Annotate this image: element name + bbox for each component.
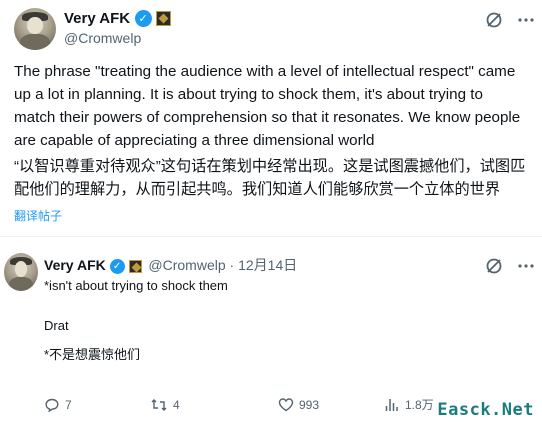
reply-icon <box>45 398 59 412</box>
repost-count: 4 <box>173 397 180 412</box>
author-name[interactable]: Very AFK <box>64 10 130 27</box>
tweet-text: The phrase "treating the audience with a… <box>14 63 521 149</box>
author-header: Very AFK ✓ <box>64 10 172 28</box>
affiliate-badge-icon[interactable] <box>128 259 142 273</box>
reply-author-handle[interactable]: @Cromwelp <box>148 257 225 273</box>
divider <box>0 236 542 237</box>
reply-avatar[interactable] <box>4 253 38 291</box>
reply-text-line1: *isn't about trying to shock them <box>44 278 228 293</box>
translate-post-link[interactable]: 翻译帖子 <box>14 207 62 224</box>
avatar[interactable] <box>14 8 56 50</box>
repost-action[interactable]: 4 <box>150 397 278 413</box>
reply-author-name[interactable]: Very AFK <box>44 257 106 273</box>
author-handle[interactable]: @Cromwelp <box>64 30 141 46</box>
reply-text-line3: *不是想震惊他们 <box>44 347 141 362</box>
grok-icon[interactable] <box>482 254 506 278</box>
action-bar: 7 4 993 1.8万 <box>44 396 484 413</box>
separator-dot: · <box>229 257 235 273</box>
like-count: 993 <box>299 397 320 412</box>
watermark: Easck.Net <box>437 400 534 420</box>
reply-count: 7 <box>65 397 72 412</box>
more-options-icon[interactable] <box>514 254 538 278</box>
view-count: 1.8万 <box>405 398 434 412</box>
heart-icon <box>278 398 294 412</box>
analytics-icon <box>385 399 398 411</box>
verified-icon: ✓ <box>134 10 152 28</box>
tweet-translated-text: “以智识尊重对待观众”这句话在策划中经常出现。这是试图震撼他们，试图匹配他们的理… <box>14 158 526 198</box>
grok-icon[interactable] <box>482 8 506 32</box>
reply-header: Very AFK ✓ @Cromwelp · 12月14日 <box>44 255 297 275</box>
reply-date[interactable]: 12月14日 <box>238 257 297 273</box>
affiliate-badge-icon[interactable] <box>156 11 172 27</box>
more-options-icon[interactable] <box>514 8 538 32</box>
reply-text-line2: Drat <box>44 318 69 333</box>
verified-icon: ✓ <box>109 258 125 274</box>
reply-action[interactable]: 7 <box>44 397 134 413</box>
repost-icon <box>151 398 167 411</box>
like-action[interactable]: 993 <box>278 397 384 412</box>
